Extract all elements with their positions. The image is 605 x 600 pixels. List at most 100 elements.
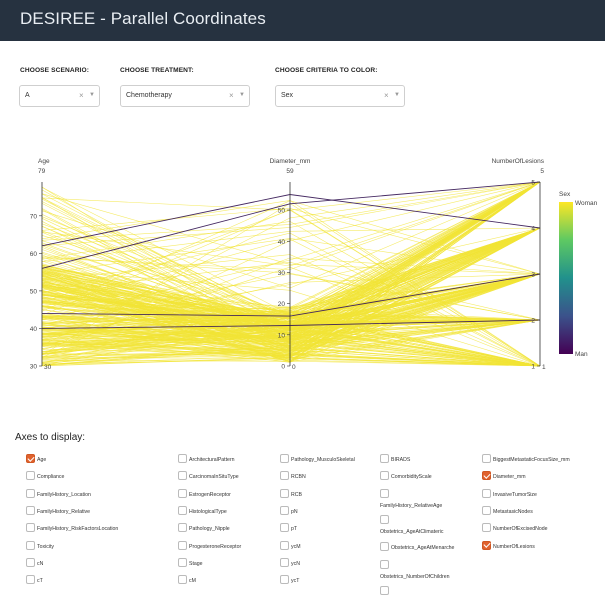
axis-checkbox[interactable] [380, 454, 389, 463]
clear-icon[interactable]: × [384, 91, 389, 100]
colorbar: Sex Woman Man [559, 191, 598, 358]
axis-checkbox[interactable] [178, 488, 187, 498]
axis-checkbox[interactable] [482, 523, 491, 533]
axis-checkbox[interactable] [280, 454, 289, 463]
axis-option-label: Compliance [37, 474, 65, 481]
scenario-select[interactable]: A × ▼ [19, 85, 100, 107]
axis-checkbox[interactable] [26, 557, 35, 567]
data-line [41, 181, 541, 211]
axis-option[interactable]: BIRADS [380, 454, 410, 463]
colorbar-gradient [559, 202, 573, 354]
clear-icon[interactable]: × [79, 91, 84, 100]
chevron-down-icon[interactable]: ▼ [89, 92, 95, 98]
axis-checkbox[interactable] [280, 557, 289, 567]
tick-label: 2 [531, 318, 535, 325]
axis-option[interactable]: Diameter_mm [482, 471, 526, 481]
axis-option[interactable]: NumberOfExcisedNode [482, 523, 548, 533]
axis-checkbox[interactable] [380, 471, 389, 481]
axis-option[interactable]: Pathology_Nipple [178, 523, 230, 533]
treatment-select[interactable]: Chemotherapy × ▼ [120, 85, 250, 107]
axis-option[interactable]: BiggestMetastaticFocusSize_mm [482, 454, 570, 463]
axis-checkbox[interactable] [482, 505, 491, 515]
axis-checkbox[interactable] [380, 515, 389, 525]
axis-checkbox[interactable] [178, 540, 187, 550]
axis-checkbox[interactable] [178, 471, 187, 481]
axis-checkbox[interactable] [280, 488, 289, 498]
axis-option[interactable]: FamilyHistory_Location [26, 488, 91, 498]
axis-checkbox[interactable] [26, 471, 35, 481]
colorbar-bottom-label: Man [575, 351, 588, 358]
axis-checkbox[interactable] [280, 575, 289, 585]
axis-checkbox[interactable] [280, 540, 289, 550]
axis-option[interactable]: Obstetrics_NumberOfMiscarriages [380, 586, 460, 600]
axis-option[interactable]: Toxicity [26, 540, 55, 550]
colorbar-top-label: Woman [575, 200, 598, 207]
axis-checkbox[interactable] [26, 488, 35, 498]
axis-option-label: FamilyHistory_Location [37, 491, 91, 498]
parallel-coordinates-chart[interactable]: Age79304050607030Diameter_mm590102030405… [0, 150, 605, 380]
axis-checkbox[interactable] [26, 505, 35, 515]
axis-checkbox[interactable] [280, 471, 289, 481]
axis-option[interactable]: Obstetrics_NumberOfChildren [380, 559, 449, 580]
axis-option[interactable]: Stage [178, 557, 203, 567]
axis-option[interactable]: InvasiveTumorSize [482, 488, 537, 498]
axis-checkbox[interactable] [26, 523, 35, 533]
axis-option[interactable]: Pathology_MusculoSkeletal [280, 454, 355, 463]
axis-option[interactable]: ycN [280, 557, 300, 567]
axis-max-label: 59 [286, 168, 294, 175]
axis-checkbox[interactable] [178, 557, 187, 567]
axis-checkbox[interactable] [482, 471, 491, 481]
axis-option[interactable]: ArchitecturalPattern [178, 454, 235, 463]
axis-option-label: Toxicity [37, 543, 55, 550]
axis-checkbox[interactable] [26, 575, 35, 585]
axis-option[interactable]: ComorbidityScale [380, 471, 432, 481]
axis-option[interactable]: FamilyHistory_RelativeAge [380, 488, 442, 509]
axis-option[interactable]: MetastasicNodes [482, 505, 533, 515]
chevron-down-icon[interactable]: ▼ [394, 92, 400, 98]
axis-option[interactable]: pN [280, 505, 298, 515]
axis-checkbox[interactable] [178, 505, 187, 515]
axis-checkbox[interactable] [482, 454, 491, 463]
axis-option-label: BiggestMetastaticFocusSize_mm [493, 457, 570, 463]
axis-option[interactable]: pT [280, 523, 297, 533]
axis-option[interactable]: Age [26, 454, 46, 463]
axis-option[interactable]: CarcinomaInSituType [178, 471, 239, 481]
axis-option[interactable]: cM [178, 575, 196, 585]
axis-option-label: NumberOfLesions [493, 543, 535, 550]
axis-option[interactable]: EstrogenReceptor [178, 488, 231, 498]
axis-option-label: FamilyHistory_Relative [37, 508, 91, 515]
chevron-down-icon[interactable]: ▼ [239, 92, 245, 98]
axis-checkbox[interactable] [380, 488, 389, 498]
axis-option[interactable]: Compliance [26, 471, 65, 481]
axis-checkbox[interactable] [280, 523, 289, 533]
axis-checkbox[interactable] [380, 559, 389, 569]
axis-option[interactable]: RCB [280, 488, 302, 498]
axis-checkbox[interactable] [280, 505, 289, 515]
axis-option[interactable]: RCBN [280, 471, 306, 481]
axis-checkbox[interactable] [380, 586, 389, 596]
axis-option[interactable]: cT [26, 575, 43, 585]
color-criteria-select[interactable]: Sex × ▼ [275, 85, 405, 107]
axis-option[interactable]: ycM [280, 540, 301, 550]
axis-option[interactable]: Obstetrics_AgeAtClimateric [380, 515, 443, 535]
axis-option[interactable]: ycT [280, 575, 299, 585]
axis-option[interactable]: cN [26, 557, 43, 567]
axis-option[interactable]: FamilyHistory_Relative [26, 505, 91, 515]
axis-checkbox[interactable] [380, 542, 389, 552]
axis-checkbox[interactable] [178, 523, 187, 533]
color-criteria-value: Sex [281, 92, 294, 99]
tick-label: 60 [30, 251, 38, 258]
axis-checkbox[interactable] [26, 454, 35, 463]
axis-checkbox[interactable] [482, 488, 491, 498]
axis-option[interactable]: FamilyHistory_RiskFactorsLocation [26, 523, 118, 533]
axis-option[interactable]: NumberOfLesions [482, 540, 535, 550]
axis-checkbox[interactable] [178, 454, 187, 463]
axis-option[interactable]: HistologicalType [178, 505, 227, 515]
clear-icon[interactable]: × [229, 91, 234, 100]
axis-checkbox[interactable] [26, 540, 35, 550]
axis-option-label: EstrogenReceptor [189, 491, 231, 498]
axis-option[interactable]: Obstetrics_AgeAtMenarche [380, 542, 454, 552]
axis-checkbox[interactable] [178, 575, 187, 585]
axis-option[interactable]: ProgesteroneReceptor [178, 540, 241, 550]
axis-checkbox[interactable] [482, 540, 491, 550]
